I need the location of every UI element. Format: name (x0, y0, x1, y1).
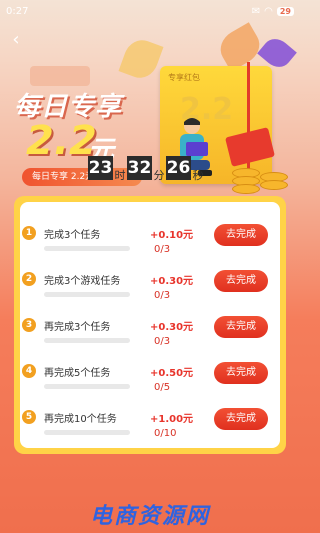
countdown-hours-unit: 时 (114, 169, 126, 182)
task-name: 再完成3个任务 (44, 322, 111, 333)
go-complete-button[interactable]: 去完成 (214, 408, 268, 430)
task-row: 3 再完成3个任务 +0.30元 0/3 去完成 (22, 316, 280, 356)
countdown-timer: 23 时 32 分 26 秒 (88, 156, 205, 182)
countdown-hours: 23 (88, 156, 113, 180)
status-bar: 0:27 ✉ ◠ 29 (0, 0, 300, 22)
task-progress-text: 0/5 (154, 382, 171, 393)
task-progress-bar (44, 338, 130, 343)
task-name: 再完成5个任务 (44, 368, 111, 379)
go-complete-button[interactable]: 去完成 (214, 316, 268, 338)
leaf-decoration (118, 35, 164, 83)
go-complete-button[interactable]: 去完成 (214, 362, 268, 384)
task-reward: +0.10元 (150, 230, 194, 241)
coin-icon (260, 180, 288, 190)
leaf-decoration (30, 66, 90, 86)
go-complete-button[interactable]: 去完成 (214, 270, 268, 292)
countdown-seconds-unit: 秒 (192, 169, 204, 182)
task-row: 4 再完成5个任务 +0.50元 0/5 去完成 (22, 362, 280, 402)
hero-amount: 2.2 (26, 118, 97, 164)
countdown-minutes-unit: 分 (153, 169, 165, 182)
task-name: 再完成10个任务 (44, 414, 117, 425)
countdown-minutes: 32 (127, 156, 152, 180)
task-name: 完成3个游戏任务 (44, 276, 121, 287)
task-progress-bar (44, 246, 130, 251)
task-row: 2 完成3个游戏任务 +0.30元 0/3 去完成 (22, 270, 280, 310)
envelope-label: 专享红包 (168, 73, 200, 82)
task-progress-text: 0/10 (154, 428, 177, 439)
task-reward: +0.30元 (150, 322, 194, 333)
task-number-badge: 4 (22, 364, 36, 378)
task-number-badge: 5 (22, 410, 36, 424)
wifi-icon: ◠ (264, 5, 273, 17)
task-row: 5 再完成10个任务 +1.00元 0/10 去完成 (22, 408, 280, 448)
watermark: 电商资源网 (89, 504, 210, 529)
countdown-seconds: 26 (166, 156, 191, 180)
task-progress-bar (44, 292, 130, 297)
go-complete-button[interactable]: 去完成 (214, 224, 268, 246)
task-name: 完成3个任务 (44, 230, 101, 241)
battery-icon: 29 (276, 6, 294, 16)
mail-icon: ✉ (251, 5, 261, 17)
status-time: 0:27 (6, 5, 29, 17)
coin-icon (232, 184, 260, 194)
task-number-badge: 2 (22, 272, 36, 286)
task-progress-text: 0/3 (154, 336, 171, 347)
task-progress-text: 0/3 (154, 290, 171, 301)
status-icons: ✉ ◠ 29 (252, 6, 294, 17)
task-number-badge: 3 (22, 318, 36, 332)
task-progress-bar (44, 384, 130, 389)
back-button[interactable]: ‹ (6, 30, 26, 50)
leaf-decoration (214, 22, 266, 72)
task-reward: +0.30元 (150, 276, 194, 287)
task-progress-bar (44, 430, 130, 435)
task-reward: +0.50元 (150, 368, 194, 379)
task-reward: +1.00元 (150, 414, 194, 425)
task-number-badge: 1 (22, 226, 36, 240)
task-progress-text: 0/3 (154, 244, 171, 255)
task-row: 1 完成3个任务 +0.10元 0/3 去完成 (22, 224, 280, 264)
